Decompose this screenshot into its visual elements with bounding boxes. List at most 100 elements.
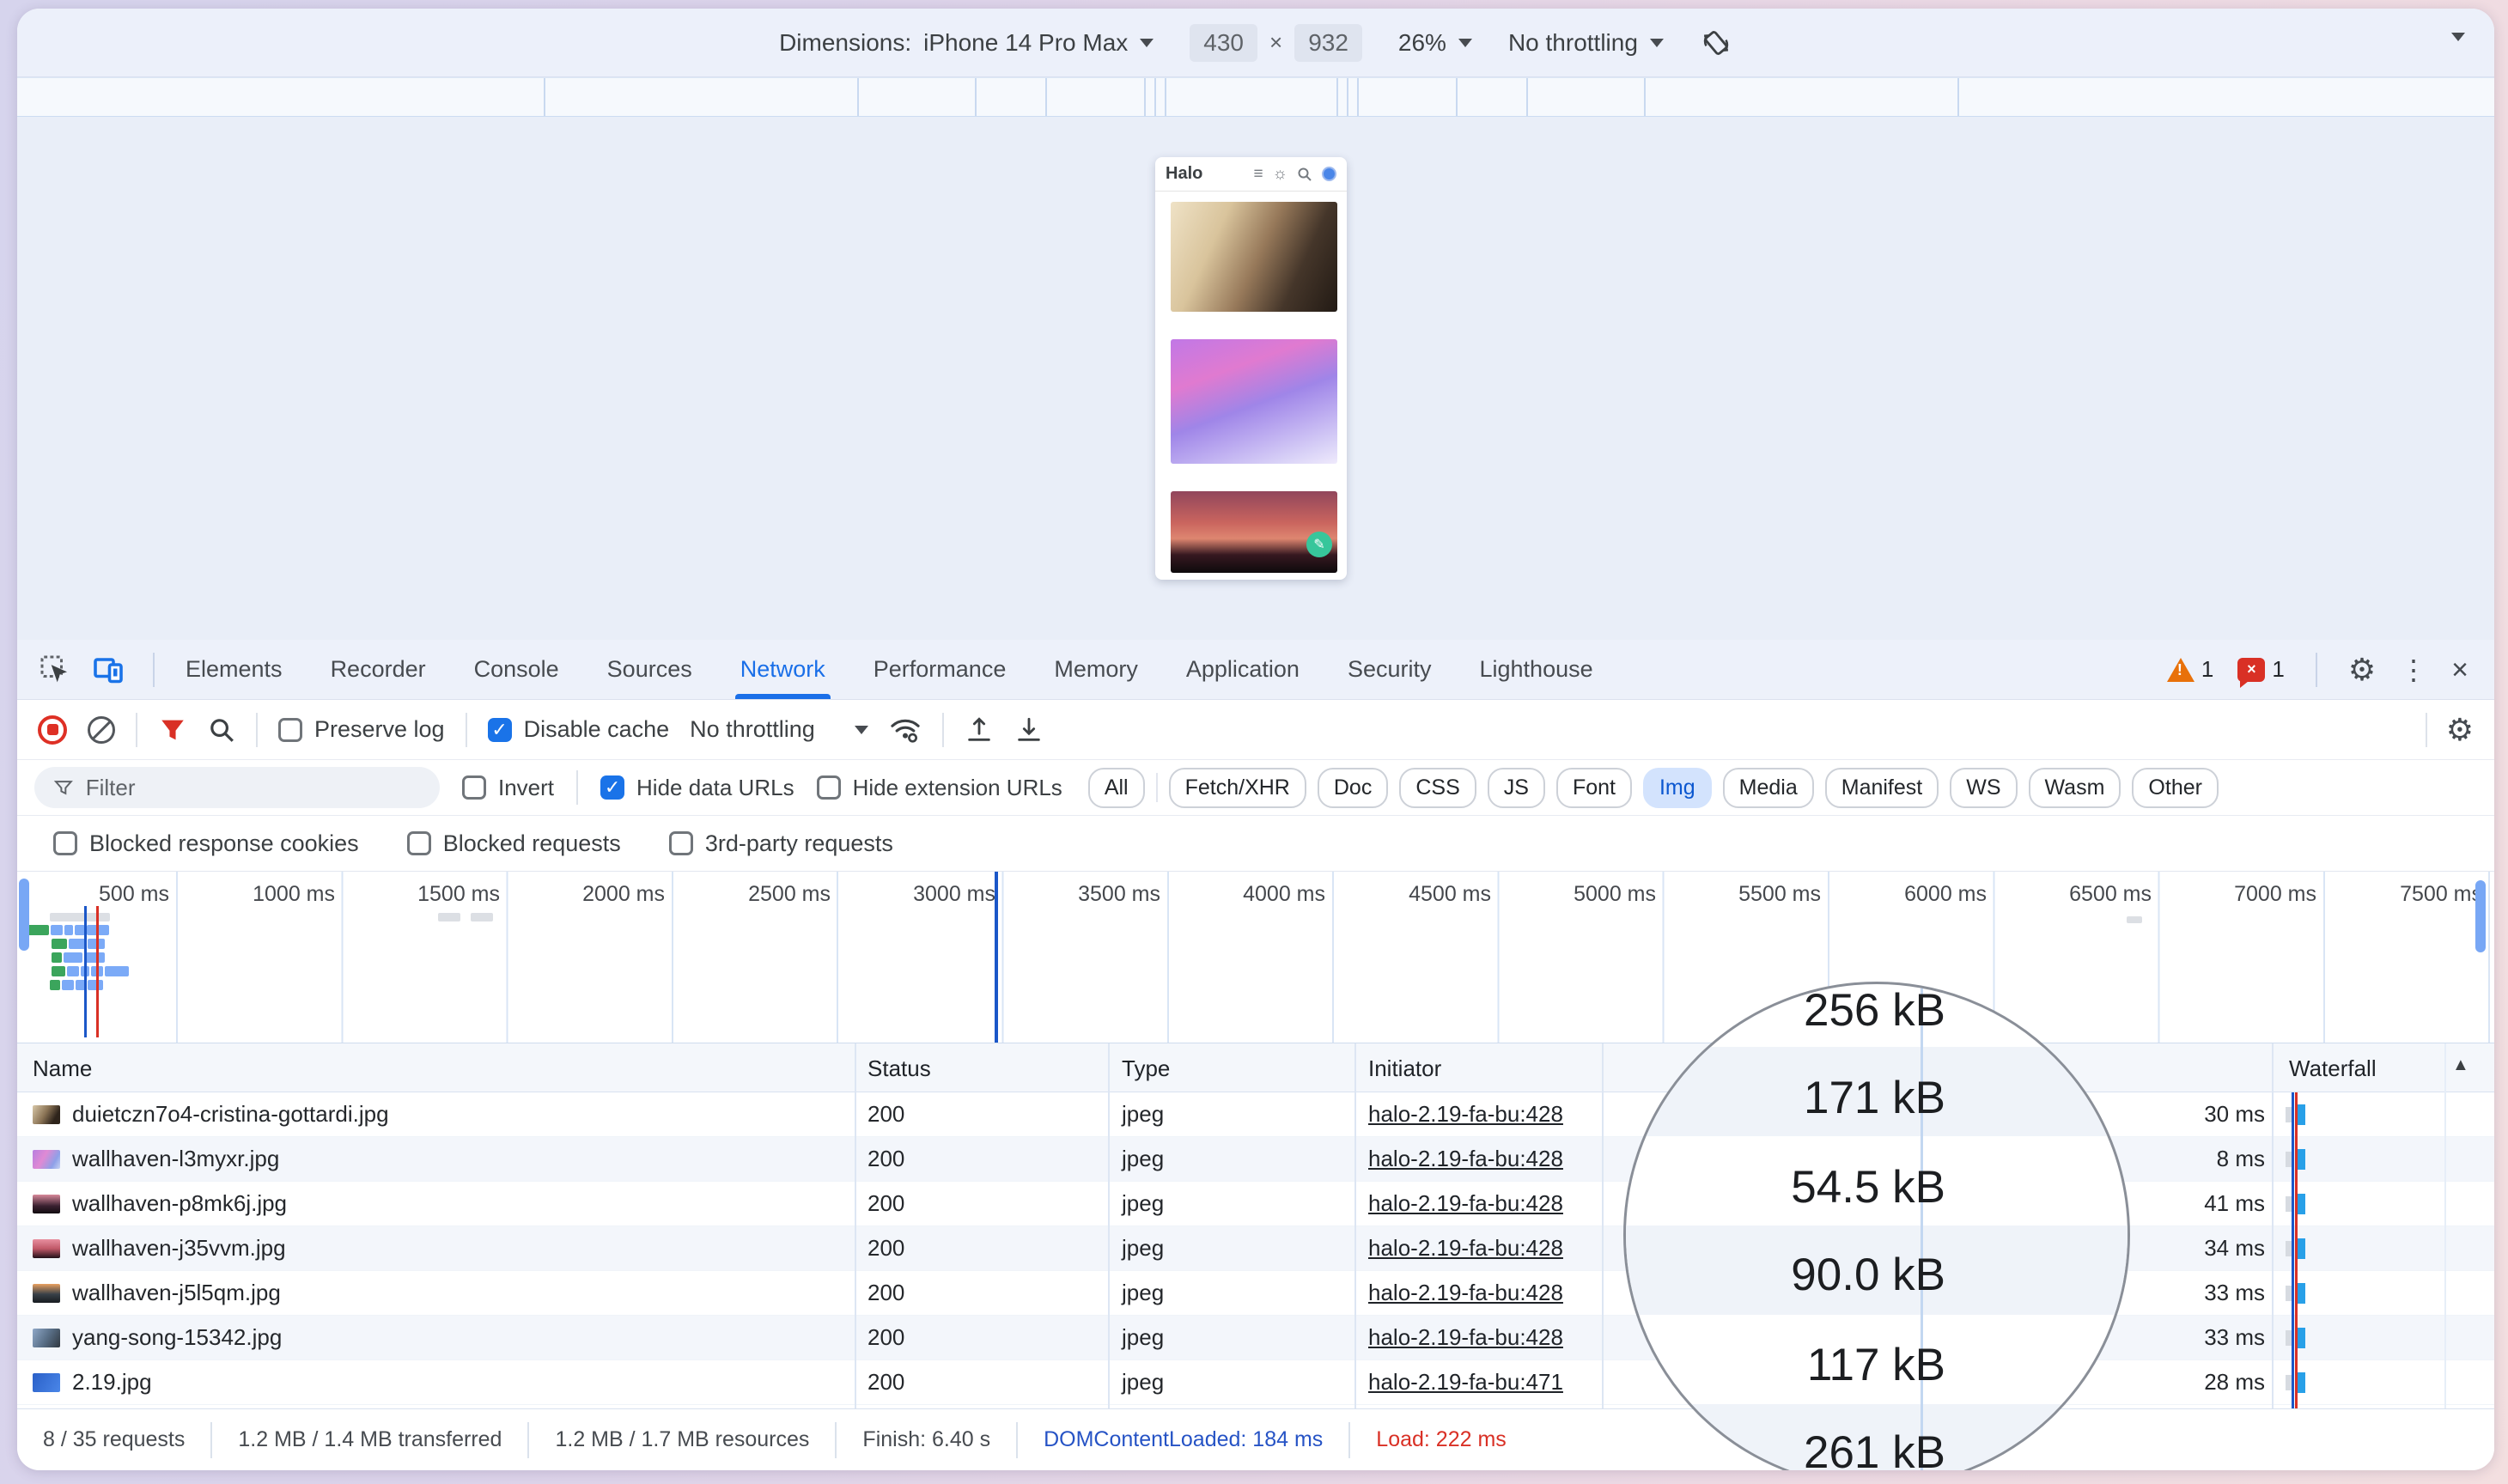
globe-icon[interactable] (1322, 167, 1336, 181)
dom-content-loaded-time[interactable]: DOMContentLoaded: 184 ms (1044, 1427, 1323, 1452)
tab-lighthouse[interactable]: Lighthouse (1456, 640, 1617, 699)
media-query-bar[interactable] (17, 77, 2494, 117)
errors-counter[interactable]: × 1 (2237, 656, 2285, 688)
chip-other[interactable]: Other (2132, 767, 2219, 808)
settings-gear-icon[interactable]: ⚙ (2348, 654, 2376, 685)
chip-all[interactable]: All (1087, 767, 1145, 808)
initiator-link[interactable]: halo-2.19-fa-bu:471 (1368, 1369, 1563, 1396)
edit-fab-button[interactable]: ✎ (1306, 532, 1332, 557)
tab-sources[interactable]: Sources (583, 640, 716, 699)
initiator-link[interactable]: halo-2.19-fa-bu:428 (1368, 1190, 1563, 1217)
column-header-waterfall[interactable]: Waterfall (2289, 1055, 2377, 1082)
zoom-selector[interactable]: 26% (1398, 29, 1472, 57)
device-toolbar-overflow-chevron-icon[interactable] (2451, 33, 2465, 41)
search-icon[interactable] (208, 716, 235, 744)
tab-performance[interactable]: Performance (849, 640, 1031, 699)
network-overview-timeline[interactable]: 500 ms 1000 ms 1500 ms 2000 ms 2500 ms 3… (17, 872, 2494, 1043)
kebab-menu-icon[interactable]: ⋮ (2400, 656, 2427, 684)
blocked-response-cookies-toggle[interactable]: Blocked response cookies (53, 830, 359, 857)
initiator-link[interactable]: halo-2.19-fa-bu:428 (1368, 1101, 1563, 1128)
blocked-requests-toggle[interactable]: Blocked requests (406, 830, 621, 857)
timeline-tick: 3000 ms (913, 882, 995, 906)
inspect-element-icon[interactable] (40, 654, 70, 685)
timeline-scroll-handle-left[interactable] (19, 879, 29, 951)
network-settings-gear-icon[interactable]: ⚙ (2446, 714, 2474, 745)
initiator-link[interactable]: halo-2.19-fa-bu:428 (1368, 1324, 1563, 1351)
request-name-cell[interactable]: yang-song-15342.jpg (33, 1324, 282, 1351)
import-har-icon[interactable] (965, 715, 994, 745)
invert-filter-toggle[interactable]: Invert (462, 775, 554, 801)
column-divider[interactable] (2272, 1043, 2274, 1408)
column-divider[interactable] (1602, 1043, 1604, 1408)
column-header-type[interactable]: Type (1122, 1055, 1170, 1082)
request-name-cell[interactable]: wallhaven-j35vvm.jpg (33, 1235, 286, 1262)
column-header-status[interactable]: Status (867, 1055, 931, 1082)
chip-fetchxhr[interactable]: Fetch/XHR (1168, 767, 1306, 808)
table-row[interactable]: yang-song-15342.jpg 200 jpeg halo-2.19-fa-b… (17, 1316, 2494, 1360)
tab-elements[interactable]: Elements (161, 640, 307, 699)
chip-wasm[interactable]: Wasm (2028, 767, 2121, 808)
disable-cache-toggle[interactable]: ✓ Disable cache (487, 716, 669, 743)
close-devtools-icon[interactable]: × (2451, 655, 2468, 684)
column-header-initiator[interactable]: Initiator (1368, 1055, 1441, 1082)
theme-icon[interactable]: ☼ (1273, 165, 1287, 184)
request-name-cell[interactable]: wallhaven-p8mk6j.jpg (33, 1190, 287, 1217)
network-throttling-select[interactable]: No throttling (690, 716, 868, 743)
request-name-cell[interactable]: wallhaven-j5l5qm.jpg (33, 1280, 281, 1306)
viewport-width-input[interactable]: 430 (1190, 23, 1257, 62)
device-toolbar-toggle-icon[interactable] (93, 654, 124, 685)
column-header-name[interactable]: Name (33, 1055, 92, 1082)
chip-ws[interactable]: WS (1950, 767, 2018, 808)
initiator-link[interactable]: halo-2.19-fa-bu:428 (1368, 1146, 1563, 1172)
filter-input-pill[interactable] (34, 767, 440, 808)
tab-network[interactable]: Network (716, 640, 849, 699)
photo-winter-cabin[interactable] (1171, 339, 1337, 464)
timeline-bar (52, 939, 67, 949)
photo-sunset-mountains[interactable] (1171, 491, 1337, 573)
hide-data-urls-toggle[interactable]: ✓ Hide data URLs (600, 775, 794, 801)
tab-memory[interactable]: Memory (1030, 640, 1162, 699)
device-selector[interactable]: Dimensions: iPhone 14 Pro Max (779, 29, 1154, 57)
column-divider[interactable] (1108, 1043, 1110, 1408)
request-name-cell[interactable]: duietczn7o4-cristina-gottardi.jpg (33, 1101, 389, 1128)
tab-console[interactable]: Console (450, 640, 583, 699)
rotate-device-icon[interactable] (1700, 27, 1732, 59)
initiator-link[interactable]: halo-2.19-fa-bu:428 (1368, 1235, 1563, 1262)
sort-arrow-icon[interactable]: ▲ (2452, 1055, 2469, 1075)
chip-manifest[interactable]: Manifest (1824, 767, 1939, 808)
third-party-requests-toggle[interactable]: 3rd-party requests (668, 830, 893, 857)
hide-extension-urls-toggle[interactable]: Hide extension URLs (816, 775, 1062, 801)
chip-media[interactable]: Media (1722, 767, 1814, 808)
chip-font[interactable]: Font (1555, 767, 1632, 808)
device-viewport[interactable]: Halo ≡ ☼ ✎ (1155, 157, 1347, 580)
chip-css[interactable]: CSS (1399, 767, 1476, 808)
filter-funnel-icon[interactable] (158, 715, 187, 745)
menu-icon[interactable]: ≡ (1253, 165, 1263, 184)
request-name-cell[interactable]: 2.19.jpg (33, 1369, 152, 1396)
chip-js[interactable]: JS (1487, 767, 1545, 808)
record-network-log-button[interactable] (38, 715, 67, 745)
timeline-scroll-handle-right[interactable] (2475, 880, 2486, 952)
load-time[interactable]: Load: 222 ms (1376, 1427, 1507, 1452)
chip-img[interactable]: Img (1642, 767, 1712, 808)
column-divider[interactable] (1354, 1043, 1356, 1408)
export-har-icon[interactable] (1014, 715, 1044, 745)
warnings-counter[interactable]: ! 1 (2166, 656, 2213, 683)
initiator-link[interactable]: halo-2.19-fa-bu:428 (1368, 1280, 1563, 1306)
photo-mountain-clouds[interactable] (1171, 202, 1337, 312)
filter-input[interactable] (85, 774, 421, 801)
throttling-selector[interactable]: No throttling (1508, 29, 1664, 57)
tab-recorder[interactable]: Recorder (307, 640, 450, 699)
status-cell: 200 (867, 1146, 905, 1171)
tab-security[interactable]: Security (1324, 640, 1456, 699)
viewport-height-input[interactable]: 932 (1294, 23, 1362, 62)
table-row[interactable]: 2.19.jpg 200 jpeg halo-2.19-fa-bu:471 28 ms (17, 1360, 2494, 1405)
search-icon[interactable] (1297, 167, 1312, 182)
request-name-cell[interactable]: wallhaven-l3myxr.jpg (33, 1146, 279, 1172)
preserve-log-toggle[interactable]: Preserve log (278, 716, 445, 743)
network-conditions-wifi-icon[interactable] (889, 714, 922, 746)
clear-network-log-icon[interactable] (88, 715, 115, 744)
chip-doc[interactable]: Doc (1317, 767, 1389, 808)
column-divider[interactable] (855, 1043, 856, 1408)
tab-application[interactable]: Application (1162, 640, 1324, 699)
